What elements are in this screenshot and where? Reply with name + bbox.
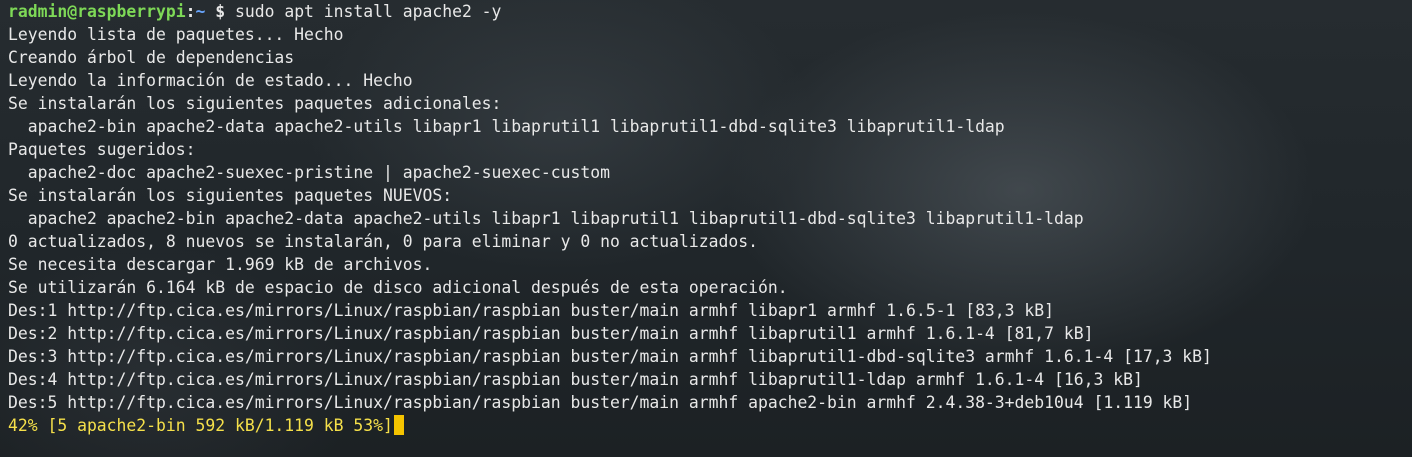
output-line: apache2-bin apache2-data apache2-utils l… xyxy=(8,117,1005,136)
prompt-symbol: $ xyxy=(205,2,235,21)
output-line: apache2 apache2-bin apache2-data apache2… xyxy=(8,209,1084,228)
output-line: Paquetes sugeridos: xyxy=(8,140,196,159)
progress-line: 42% [5 apache2-bin 592 kB/1.119 kB 53%] xyxy=(8,414,1412,437)
prompt-line: radmin@raspberrypi:~ $ sudo apt install … xyxy=(8,0,1412,23)
download-line: Des:4 http://ftp.cica.es/mirrors/Linux/r… xyxy=(8,370,1143,389)
terminal-cursor xyxy=(393,415,404,435)
output-line: Se necesita descargar 1.969 kB de archiv… xyxy=(8,255,433,274)
output-line: Se instalarán los siguientes paquetes NU… xyxy=(8,186,453,205)
output-line: Leyendo la información de estado... Hech… xyxy=(8,71,413,90)
prompt-path: ~ xyxy=(195,2,206,21)
output-line: apache2-doc apache2-suexec-pristine | ap… xyxy=(8,163,610,182)
download-line: Des:2 http://ftp.cica.es/mirrors/Linux/r… xyxy=(8,324,1094,343)
prompt-separator: : xyxy=(185,2,196,21)
terminal-window[interactable]: radmin@raspberrypi:~ $ sudo apt install … xyxy=(0,0,1412,457)
output-line: 0 actualizados, 8 nuevos se instalarán, … xyxy=(8,232,758,251)
output-line: Se instalarán los siguientes paquetes ad… xyxy=(8,94,502,113)
output-line: Leyendo lista de paquetes... Hecho xyxy=(8,25,344,44)
download-line: Des:5 http://ftp.cica.es/mirrors/Linux/r… xyxy=(8,393,1193,412)
prompt-command: sudo apt install apache2 -y xyxy=(234,2,502,21)
progress-status: 42% [5 apache2-bin 592 kB/1.119 kB 53%] xyxy=(8,416,393,435)
download-line: Des:1 http://ftp.cica.es/mirrors/Linux/r… xyxy=(8,301,1055,320)
output-line: Se utilizarán 6.164 kB de espacio de dis… xyxy=(8,278,788,297)
download-line: Des:3 http://ftp.cica.es/mirrors/Linux/r… xyxy=(8,347,1212,366)
output-line: Creando árbol de dependencias xyxy=(8,48,295,67)
prompt-user-host: radmin@raspberrypi xyxy=(8,2,186,21)
